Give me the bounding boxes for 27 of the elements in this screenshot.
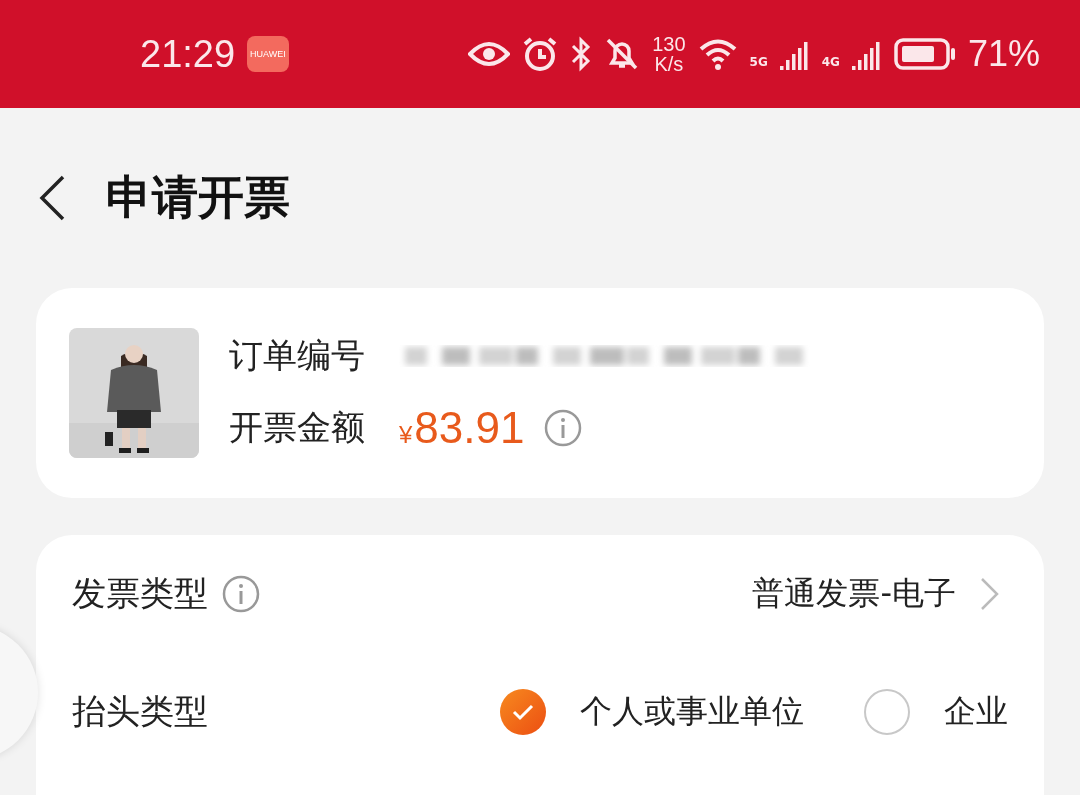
speed-unit: K/s xyxy=(654,54,684,74)
title-type-label: 抬头类型 xyxy=(72,690,208,733)
amount-label: 开票金额 xyxy=(229,406,365,449)
invoice-type-value[interactable]: 普通发票-电子 xyxy=(752,572,956,616)
clock-time: 21:29 xyxy=(140,32,236,76)
eye-icon xyxy=(468,40,511,68)
battery-icon xyxy=(893,38,956,70)
invoice-type-label: 发票类型 xyxy=(72,572,208,615)
check-icon xyxy=(511,703,535,721)
info-icon[interactable] xyxy=(544,409,583,447)
network-type: 5G xyxy=(749,55,768,69)
back-icon[interactable] xyxy=(38,174,66,222)
info-icon[interactable] xyxy=(222,575,260,613)
alarm-icon xyxy=(522,36,559,72)
wifi-icon xyxy=(697,37,738,71)
network-type: 4G xyxy=(821,55,840,69)
battery-percentage: 71% xyxy=(967,33,1040,75)
order-number-label: 订单编号 xyxy=(229,334,365,377)
radio-option-label[interactable]: 个人或事业单位 xyxy=(580,690,804,734)
invoice-amount: ¥83.91 xyxy=(399,403,525,453)
page-title: 申请开票 xyxy=(106,169,290,226)
app-badge: HUAWEI xyxy=(247,36,289,72)
radio-option-label[interactable]: 企业 xyxy=(944,690,1008,734)
radio-button[interactable] xyxy=(864,689,910,735)
radio-button[interactable] xyxy=(500,689,546,735)
network-speed: 130 xyxy=(652,34,686,54)
bluetooth-icon xyxy=(570,36,593,72)
